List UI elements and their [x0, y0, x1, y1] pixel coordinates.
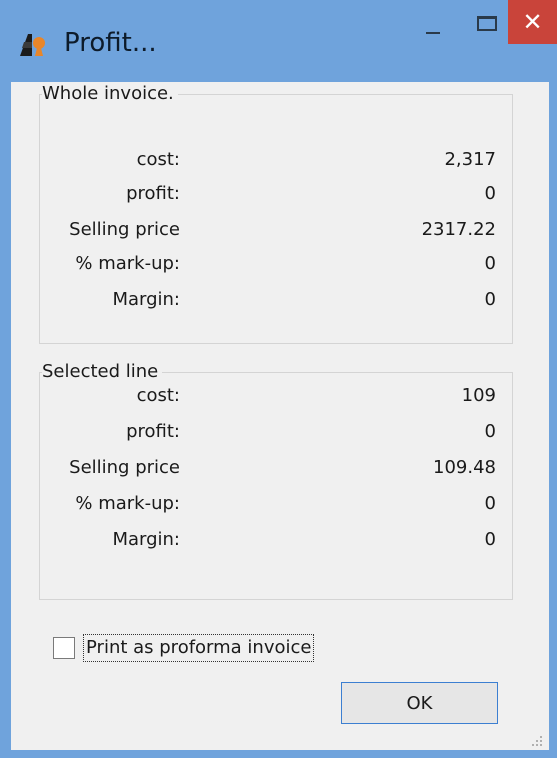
row-value: 109: [461, 385, 496, 406]
minimize-icon[interactable]: [404, 0, 460, 44]
whole-markup-row: % mark-up: 0: [40, 251, 514, 277]
whole-cost-row: cost: 2,317: [40, 147, 514, 173]
row-value: 2,317: [444, 149, 496, 170]
row-label: Margin:: [112, 289, 180, 310]
title-bar[interactable]: Profit... ✕: [0, 0, 557, 82]
row-value: 0: [484, 529, 496, 550]
whole-invoice-group: Whole invoice. cost: 2,317 profit: 0 Sel…: [39, 83, 514, 344]
row-label: Margin:: [112, 529, 180, 550]
selected-margin-row: Margin: 0: [40, 527, 514, 553]
resize-grip-icon[interactable]: [531, 732, 543, 746]
row-label: profit:: [126, 183, 180, 204]
dialog-body: Whole invoice. cost: 2,317 profit: 0 Sel…: [11, 82, 549, 750]
row-label: profit:: [126, 421, 180, 442]
whole-selling-price-row: Selling price 2317.22: [40, 217, 514, 243]
whole-margin-row: Margin: 0: [40, 287, 514, 313]
row-label: Selling price: [69, 219, 180, 240]
proforma-checkbox[interactable]: [53, 637, 75, 659]
selected-selling-price-row: Selling price 109.48: [40, 455, 514, 481]
selected-markup-row: % mark-up: 0: [40, 491, 514, 517]
row-value: 0: [484, 289, 496, 310]
ok-button[interactable]: OK: [341, 682, 498, 724]
row-value: 2317.22: [421, 219, 496, 240]
selected-cost-row: cost: 109: [40, 383, 514, 409]
row-label: % mark-up:: [75, 253, 180, 274]
window-title: Profit...: [64, 28, 157, 58]
row-value: 0: [484, 253, 496, 274]
profit-dialog-window: Profit... ✕ Whole invoice. cost: 2,317 p…: [0, 0, 557, 758]
selected-line-legend: Selected line: [42, 361, 163, 383]
whole-invoice-legend: Whole invoice.: [42, 83, 178, 105]
whole-profit-row: profit: 0: [40, 181, 514, 207]
selected-profit-row: profit: 0: [40, 419, 514, 445]
row-value: 0: [484, 493, 496, 514]
app-logo-icon: [17, 30, 49, 58]
row-label: Selling price: [69, 457, 180, 478]
close-icon[interactable]: ✕: [508, 0, 557, 44]
row-label: % mark-up:: [75, 493, 180, 514]
row-value: 0: [484, 183, 496, 204]
row-value: 0: [484, 421, 496, 442]
row-value: 109.48: [433, 457, 496, 478]
proforma-checkbox-label[interactable]: Print as proforma invoice: [83, 634, 315, 662]
selected-line-group: Selected line cost: 109 profit: 0 Sellin…: [39, 361, 514, 600]
row-label: cost:: [136, 385, 180, 406]
row-label: cost:: [136, 149, 180, 170]
